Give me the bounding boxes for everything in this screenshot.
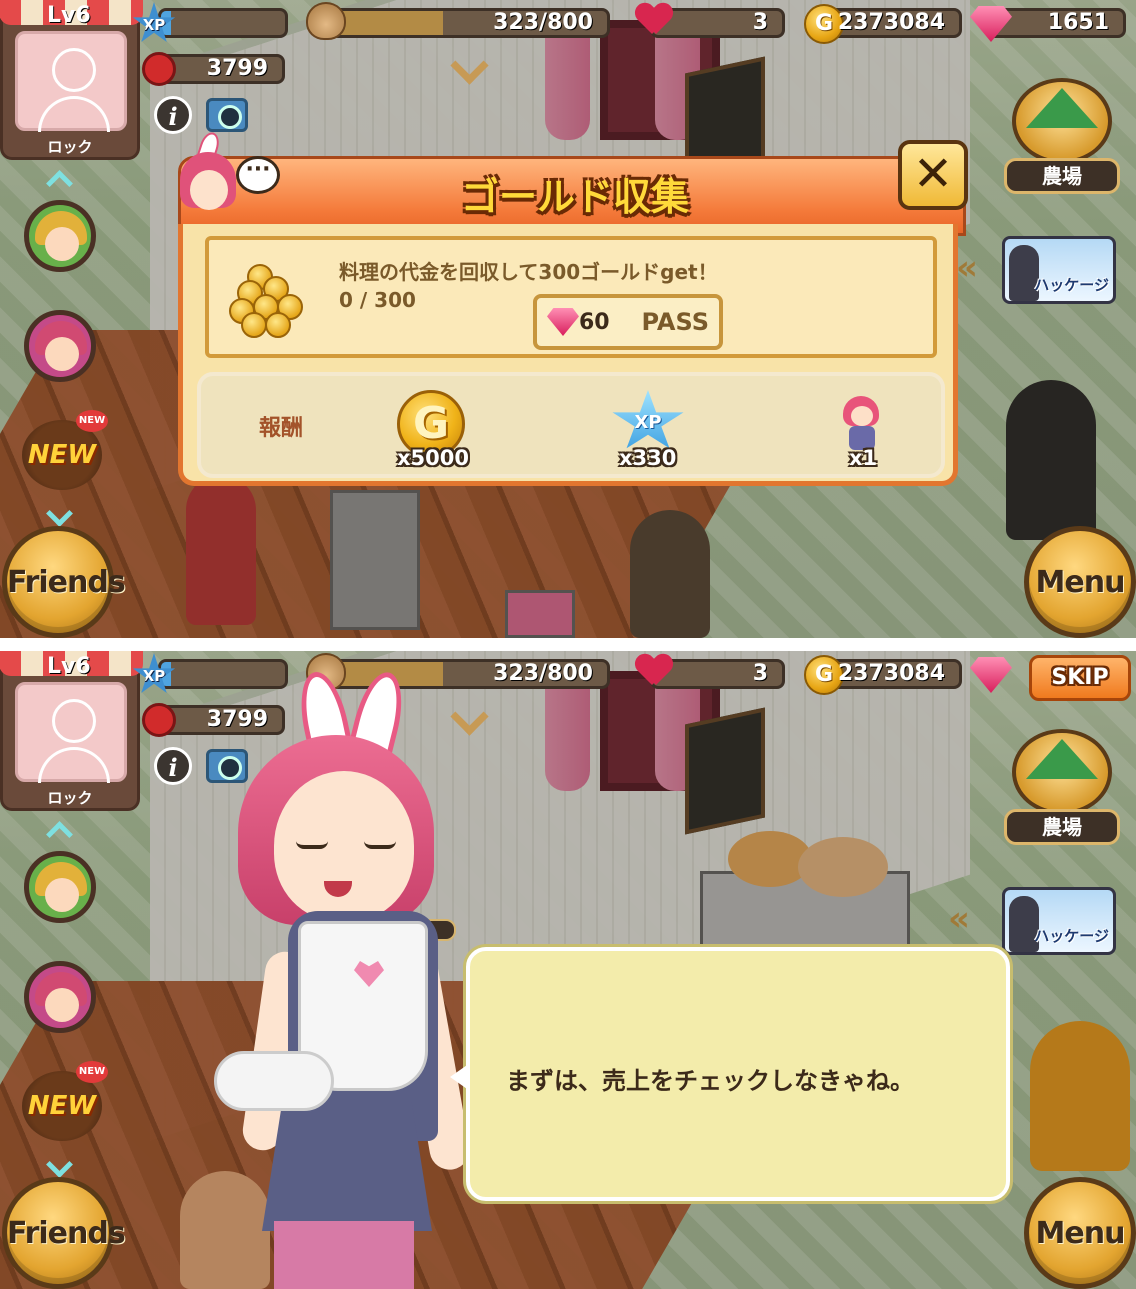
avatar-placeholder-icon: [52, 48, 96, 92]
neighbor-avatar[interactable]: [24, 851, 96, 923]
close-button[interactable]: ✕: [898, 140, 968, 210]
guide-eye: [364, 841, 396, 849]
double-chevron-left-icon[interactable]: «: [948, 899, 970, 939]
package-deal-button[interactable]: ハッケージ: [1002, 887, 1116, 955]
reward-label: 報酬: [259, 416, 304, 441]
reward-panel: 報酬 G x5000 XP x330 x1: [197, 372, 945, 478]
guide-eye: [296, 841, 328, 849]
money-bag-icon: [306, 2, 346, 40]
friends-button[interactable]: Friends: [2, 526, 126, 638]
camera-icon[interactable]: [206, 98, 248, 132]
hearts-count: 3: [752, 10, 768, 35]
new-label: NEW: [27, 440, 97, 470]
gems-count: 1651: [1047, 10, 1109, 35]
popup-body: 料理の代金を回収して300ゴールドget！ 0 / 300 60 PASS 報酬…: [178, 224, 958, 486]
guide-skirt: [262, 1101, 432, 1231]
arrow-down-icon[interactable]: [42, 508, 72, 526]
megaphone-icon: [142, 703, 176, 737]
player-level: Lv6: [47, 3, 91, 28]
new-badge-button[interactable]: NEW NEW: [22, 410, 108, 490]
player-name: ロック: [47, 789, 93, 807]
heart-icon: [636, 655, 672, 689]
pass-button[interactable]: 60 PASS: [533, 294, 723, 350]
new-tag: NEW: [76, 1061, 108, 1083]
farm-label: 農場: [1004, 809, 1120, 845]
neighbor-avatar[interactable]: [24, 200, 96, 272]
dialog-text: まずは、売上をチェックしなきゃね。: [506, 1067, 914, 1095]
package-deal-button[interactable]: ハッケージ: [1002, 236, 1116, 304]
new-label: NEW: [27, 1091, 97, 1121]
skip-button[interactable]: SKIP: [1029, 655, 1131, 701]
avatar[interactable]: [15, 31, 127, 132]
coins-count: 2373084: [837, 661, 945, 686]
avatar-face: [45, 227, 79, 261]
new-tag: NEW: [76, 410, 108, 432]
gold-capacity-text: 323/800: [493, 661, 593, 686]
avatar-face: [45, 878, 79, 912]
character-reward-icon: [841, 392, 881, 452]
info-icon[interactable]: i: [154, 96, 192, 134]
player-name: ロック: [47, 138, 93, 156]
coins-counter[interactable]: 2373084: [822, 659, 962, 689]
pass-label: PASS: [641, 308, 709, 336]
xp-bar[interactable]: [158, 8, 288, 38]
megaphone-icon: [142, 52, 176, 86]
coins-count: 2373084: [837, 10, 945, 35]
game-screen-quest: Lv6 ロック XP 323/800 3 2373084 G 1651 3799…: [0, 0, 1136, 638]
avatar[interactable]: [15, 682, 127, 783]
quest-objective: 料理の代金を回収して300ゴールドget！ 0 / 300 60 PASS: [205, 236, 937, 358]
guide-character-icon: [176, 129, 242, 228]
menu-button[interactable]: Menu: [1024, 1177, 1136, 1289]
tutorial-dialog[interactable]: まずは、売上をチェックしなきゃね。: [450, 947, 1010, 1201]
new-badge-button[interactable]: NEW NEW: [22, 1061, 108, 1141]
farm-label: 農場: [1004, 158, 1120, 194]
game-screen-tutorial: Lv6 ロック XP 323/800 3 2373084 G SKIP 3799…: [0, 651, 1136, 1289]
popularity-count: 3799: [206, 56, 268, 81]
package-label: ハッケージ: [1034, 276, 1109, 294]
quest-description: 料理の代金を回収して300ゴールドget！: [339, 260, 718, 284]
farm-button[interactable]: 農場: [1004, 78, 1120, 198]
guide-character: [214, 667, 484, 1289]
neighbor-avatar[interactable]: [24, 961, 96, 1033]
gold-capacity-fill: [333, 11, 443, 35]
reward-xp-amount: x330: [619, 446, 677, 470]
avatar-face: [45, 337, 79, 371]
character-face: [851, 406, 873, 426]
apron-bow: [214, 1051, 334, 1111]
arrow-up-icon[interactable]: [42, 168, 72, 186]
player-level: Lv6: [47, 654, 91, 679]
info-icon[interactable]: i: [154, 747, 192, 785]
heart-icon: [636, 4, 672, 38]
menu-button[interactable]: Menu: [1024, 526, 1136, 638]
player-profile-card[interactable]: Lv6 ロック: [0, 0, 143, 160]
player-profile-card[interactable]: Lv6 ロック: [0, 651, 143, 811]
quest-progress: 0 / 300: [339, 288, 416, 312]
farm-button[interactable]: 農場: [1004, 729, 1120, 849]
guide-face: [190, 170, 228, 210]
quest-popup: ゴールド収集 料理の代金を回収して300ゴールドget！ 0 / 300 60 …: [178, 140, 968, 486]
arrow-down-icon[interactable]: [42, 1159, 72, 1177]
gold-capacity-bar[interactable]: 323/800: [330, 8, 610, 38]
reward-gold-amount: x5000: [397, 446, 469, 470]
reward-character-amount: x1: [849, 446, 878, 470]
avatar-face: [45, 988, 79, 1022]
friends-button[interactable]: Friends: [2, 1177, 126, 1289]
coin-stack-icon: [227, 264, 307, 340]
speech-bubble-icon: ···: [236, 156, 280, 194]
avatar-placeholder-icon: [52, 699, 96, 743]
avatar-body: [38, 747, 110, 783]
avatar-body: [38, 96, 110, 132]
package-label: ハッケージ: [1034, 927, 1109, 945]
coins-counter[interactable]: 2373084: [822, 8, 962, 38]
xp-star-icon: XP: [612, 390, 684, 449]
popularity-count: 3799: [206, 707, 268, 732]
chevron-down-icon[interactable]: [448, 58, 488, 78]
gem-icon: [547, 308, 579, 336]
arrow-up-icon[interactable]: [42, 819, 72, 837]
pass-gem-cost: 60: [579, 310, 610, 335]
gold-capacity-text: 323/800: [493, 10, 593, 35]
neighbor-avatar[interactable]: [24, 310, 96, 382]
hearts-count: 3: [752, 661, 768, 686]
guide-legs: [274, 1221, 414, 1289]
